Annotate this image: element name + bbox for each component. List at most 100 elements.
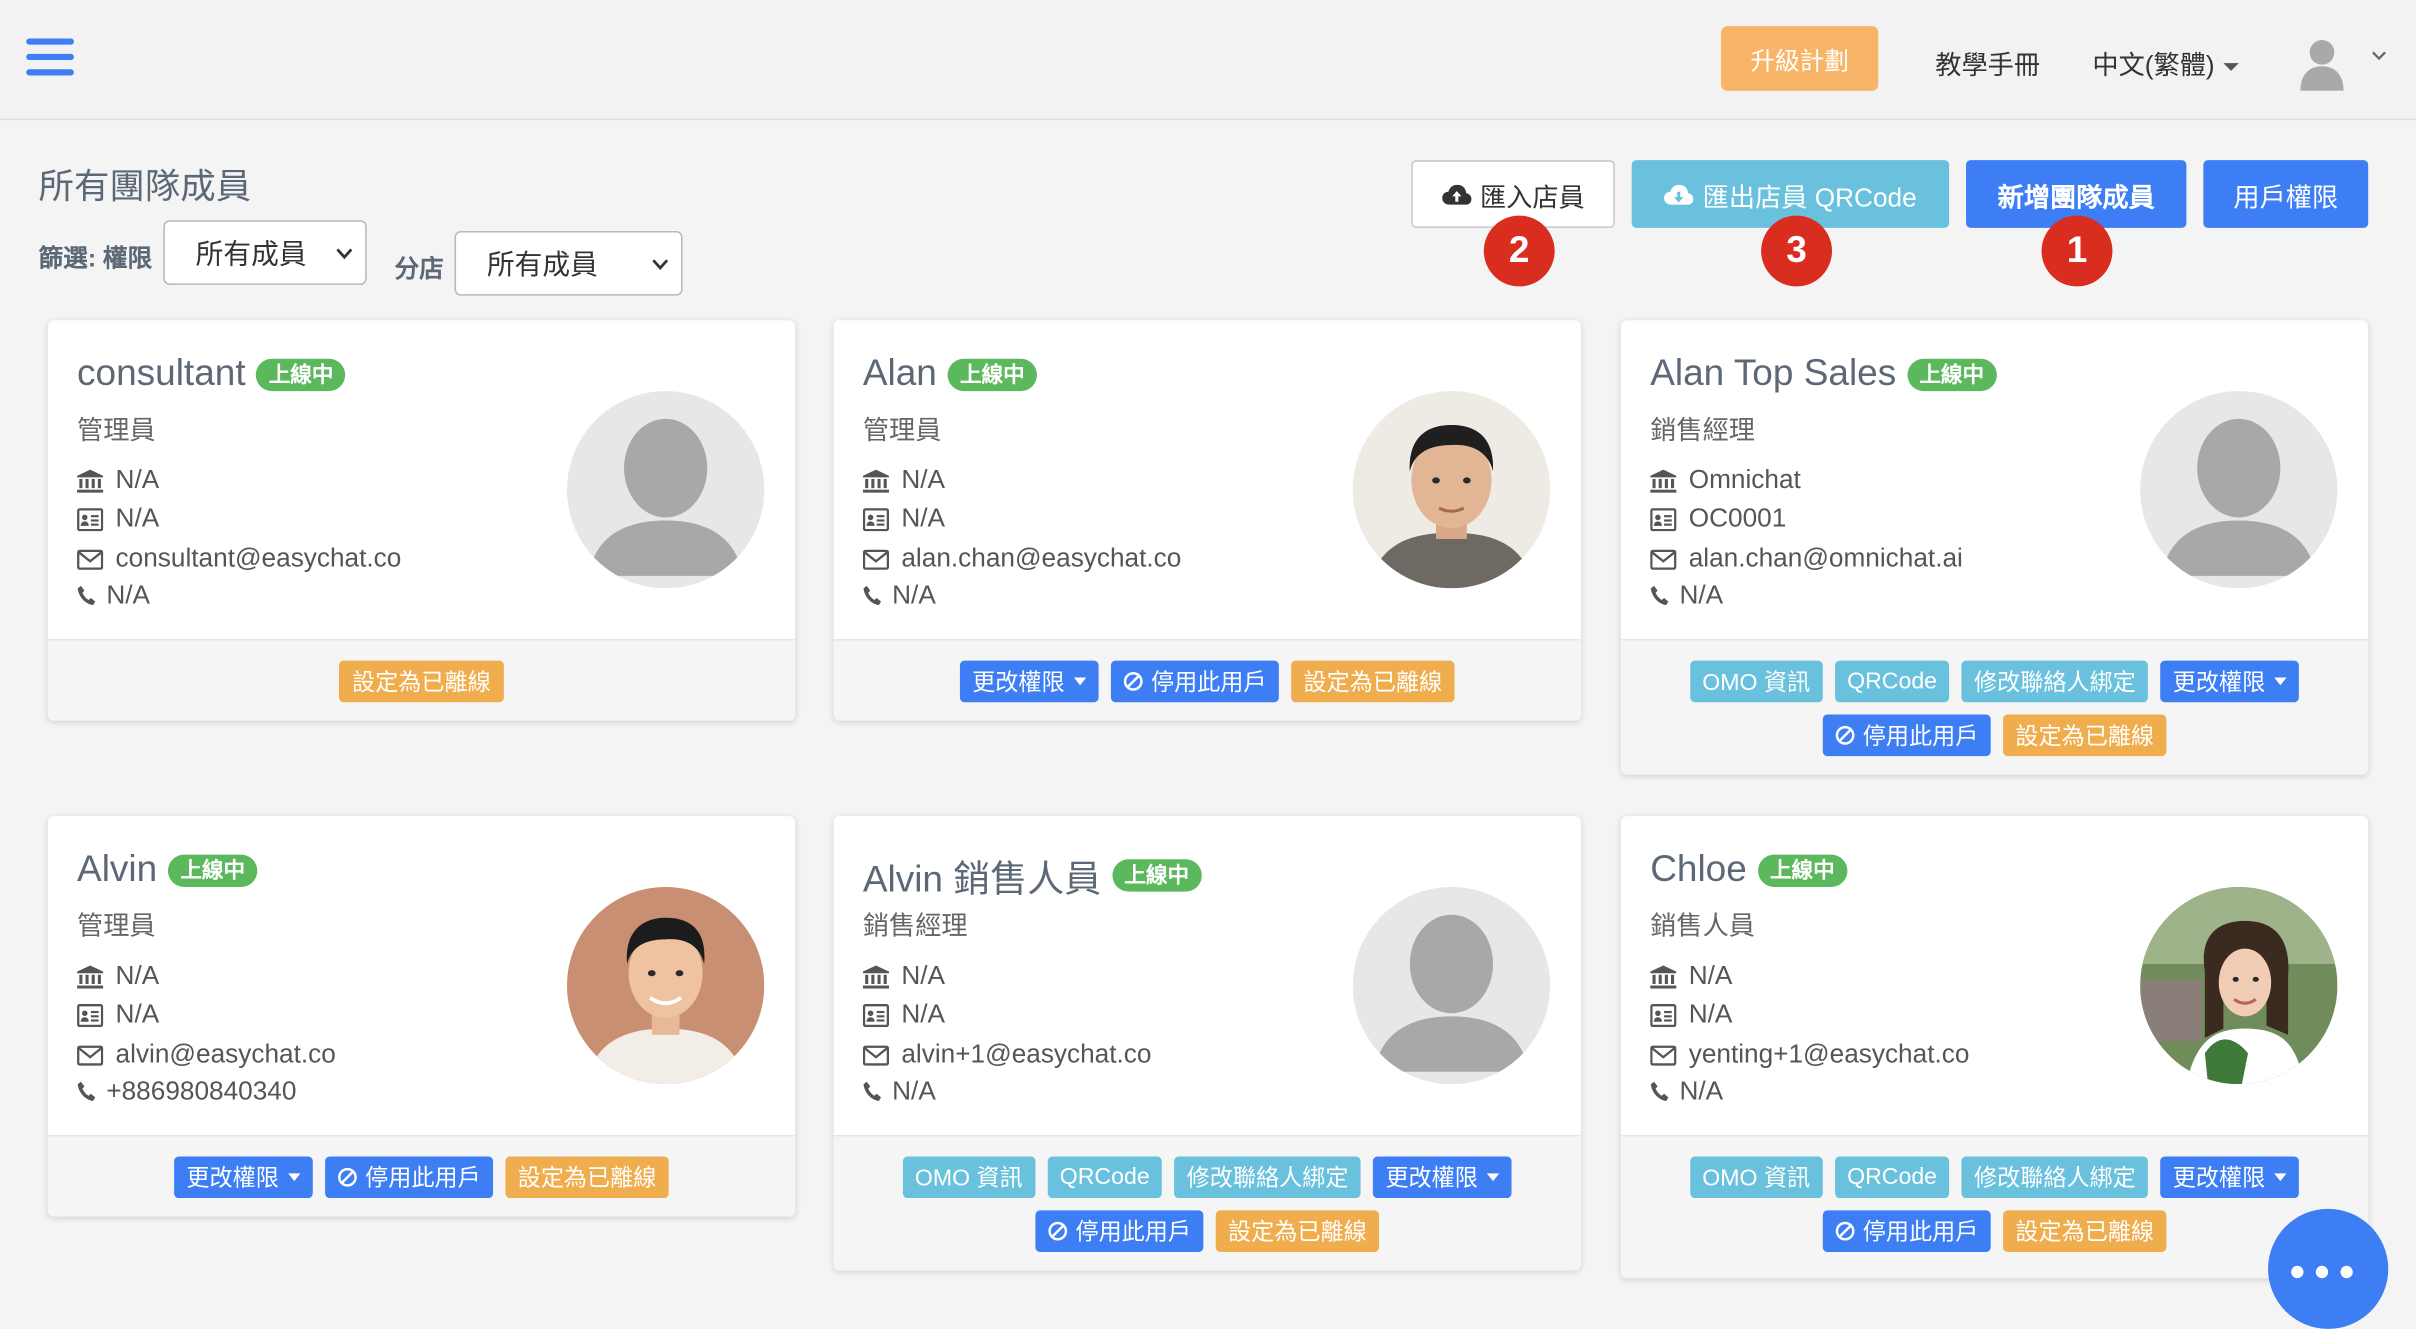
ban-icon [338, 1167, 357, 1187]
member-email: alvin@easychat.co [115, 1039, 336, 1069]
user-avatar-icon[interactable] [2293, 32, 2352, 91]
member-id: N/A [115, 999, 160, 1029]
set-offline-button[interactable]: 設定為已離線 [505, 1156, 669, 1199]
member-branch: Omnichat [1688, 465, 1801, 495]
import-members-label: 匯入店員 [1479, 182, 1585, 212]
deactivate-user-button[interactable]: 停用此用戶 [325, 1156, 494, 1199]
permission-filter-select[interactable]: 所有成員 [163, 220, 367, 285]
tutorial-link[interactable]: 教學手冊 [1935, 43, 2040, 81]
annotation-marker-3: 3 [1761, 215, 1833, 287]
ban-icon [1048, 1221, 1068, 1241]
edit-contact-binding-button[interactable]: 修改聯絡人綁定 [1961, 660, 2149, 703]
member-name-row: consultant 上線中 [77, 353, 346, 396]
status-badge: 上線中 [947, 358, 1038, 391]
user-permissions-button[interactable]: 用戶權限 [2203, 160, 2369, 228]
member-id: OC0001 [1688, 503, 1787, 533]
action-row: 停用此用戶 設定為已離線 [1621, 714, 2368, 757]
member-phone: N/A [892, 580, 936, 610]
member-name-row: Alvin 上線中 [77, 848, 258, 891]
member-email: alan.chan@omnichat.ai [1688, 543, 1963, 573]
member-phone: N/A [892, 1076, 936, 1106]
member-card: Chloe 上線中 銷售人員 N/A N/A yenting+1@easycha… [1620, 816, 2369, 1279]
top-bar: 升級計劃 教學手冊 中文(繁體) [0, 0, 2416, 121]
branch-row: Omnichat [1650, 465, 1801, 496]
id-row: N/A [77, 999, 159, 1030]
deactivate-user-button[interactable]: 停用此用戶 [1110, 660, 1279, 703]
avatar [1352, 391, 1551, 589]
email-row: alan.chan@omnichat.ai [1650, 544, 1963, 575]
omo-info-button[interactable]: OMO 資訊 [1689, 1156, 1823, 1199]
status-badge: 上線中 [1907, 358, 1997, 391]
change-permission-button[interactable]: 更改權限 [1373, 1156, 1512, 1199]
chevron-down-icon [336, 248, 353, 260]
phone-icon [863, 1081, 882, 1102]
action-row: 設定為已離線 [48, 660, 795, 703]
language-label: 中文(繁體) [2092, 50, 2215, 81]
member-name: consultant [77, 352, 246, 395]
id-card-icon [77, 1003, 104, 1027]
member-role: 管理員 [862, 415, 942, 446]
upgrade-plan-button[interactable]: 升級計劃 [1721, 26, 1879, 91]
phone-row: N/A [1650, 581, 1723, 612]
hamburger-menu-icon[interactable] [26, 38, 74, 76]
email-row: consultant@easychat.co [77, 544, 401, 575]
id-row: N/A [862, 999, 946, 1030]
member-id: N/A [115, 503, 160, 533]
set-offline-button[interactable]: 設定為已離線 [1291, 660, 1455, 703]
member-id: N/A [901, 999, 946, 1029]
email-row: alan.chan@easychat.co [862, 544, 1181, 575]
member-role: 銷售經理 [862, 911, 968, 941]
member-phone: +886980840340 [106, 1076, 297, 1106]
avatar [2140, 886, 2338, 1085]
change-permission-button[interactable]: 更改權限 [174, 1156, 313, 1199]
deactivate-user-label: 停用此用戶 [1075, 1219, 1192, 1246]
avatar [567, 391, 765, 589]
set-offline-button[interactable]: 設定為已離線 [2003, 714, 2167, 757]
omo-info-button[interactable]: OMO 資訊 [1689, 660, 1823, 703]
change-permission-button[interactable]: 更改權限 [2160, 1156, 2300, 1199]
change-permission-button[interactable]: 更改權限 [2160, 660, 2300, 703]
member-name: Alvin 銷售人員 [862, 859, 1102, 901]
branch-row: N/A [77, 961, 159, 992]
deactivate-user-button[interactable]: 停用此用戶 [1822, 1210, 1991, 1252]
chat-launcher-button[interactable] [2268, 1208, 2389, 1329]
member-email: yenting+1@easychat.co [1688, 1039, 1970, 1069]
member-card: Alvin 銷售人員 上線中 銷售經理 N/A N/A alvin+1@easy… [833, 816, 1581, 1271]
ellipsis-icon [2291, 1265, 2304, 1279]
phone-icon [1650, 585, 1669, 606]
edit-contact-binding-button[interactable]: 修改聯絡人綁定 [1961, 1156, 2149, 1199]
chevron-down-icon[interactable] [2370, 46, 2388, 64]
change-permission-button[interactable]: 更改權限 [959, 660, 1099, 703]
email-row: alvin@easychat.co [77, 1039, 336, 1070]
member-phone: N/A [1679, 1076, 1724, 1106]
action-row: 更改權限 停用此用戶 設定為已離線 [834, 660, 1581, 703]
language-selector[interactable]: 中文(繁體) [2092, 43, 2240, 81]
bank-icon [77, 964, 104, 988]
omo-info-button[interactable]: OMO 資訊 [902, 1156, 1036, 1199]
deactivate-user-button[interactable]: 停用此用戶 [1822, 714, 1991, 757]
set-offline-button[interactable]: 設定為已離線 [339, 660, 504, 703]
deactivate-user-label: 停用此用戶 [1862, 1219, 1979, 1246]
set-offline-button[interactable]: 設定為已離線 [2003, 1210, 2167, 1252]
member-card: Alvin 上線中 管理員 N/A N/A alvin@easychat.co … [47, 816, 796, 1217]
branch-row: N/A [862, 465, 945, 496]
branch-row: N/A [77, 465, 159, 496]
phone-icon [77, 585, 96, 606]
edit-contact-binding-button[interactable]: 修改聯絡人綁定 [1174, 1156, 1361, 1199]
bank-icon [77, 468, 104, 492]
qrcode-button[interactable]: QRCode [1834, 1156, 1950, 1199]
qrcode-button[interactable]: QRCode [1047, 1156, 1163, 1199]
phone-row: N/A [77, 581, 150, 612]
id-row: N/A [1650, 999, 1732, 1030]
deactivate-user-button[interactable]: 停用此用戶 [1035, 1210, 1204, 1252]
branch-filter-select[interactable]: 所有成員 [454, 230, 683, 296]
member-branch: N/A [1688, 960, 1733, 991]
member-name-row: Chloe 上線中 [1650, 848, 1847, 891]
export-qrcode-label: 匯出店員 QRCode [1702, 182, 1917, 212]
qrcode-button[interactable]: QRCode [1834, 660, 1950, 703]
caret-down-icon [2274, 677, 2287, 686]
action-row: 停用此用戶 設定為已離線 [1621, 1210, 2368, 1252]
member-role: 管理員 [77, 911, 156, 941]
set-offline-button[interactable]: 設定為已離線 [1215, 1210, 1380, 1252]
member-branch: N/A [115, 960, 160, 991]
